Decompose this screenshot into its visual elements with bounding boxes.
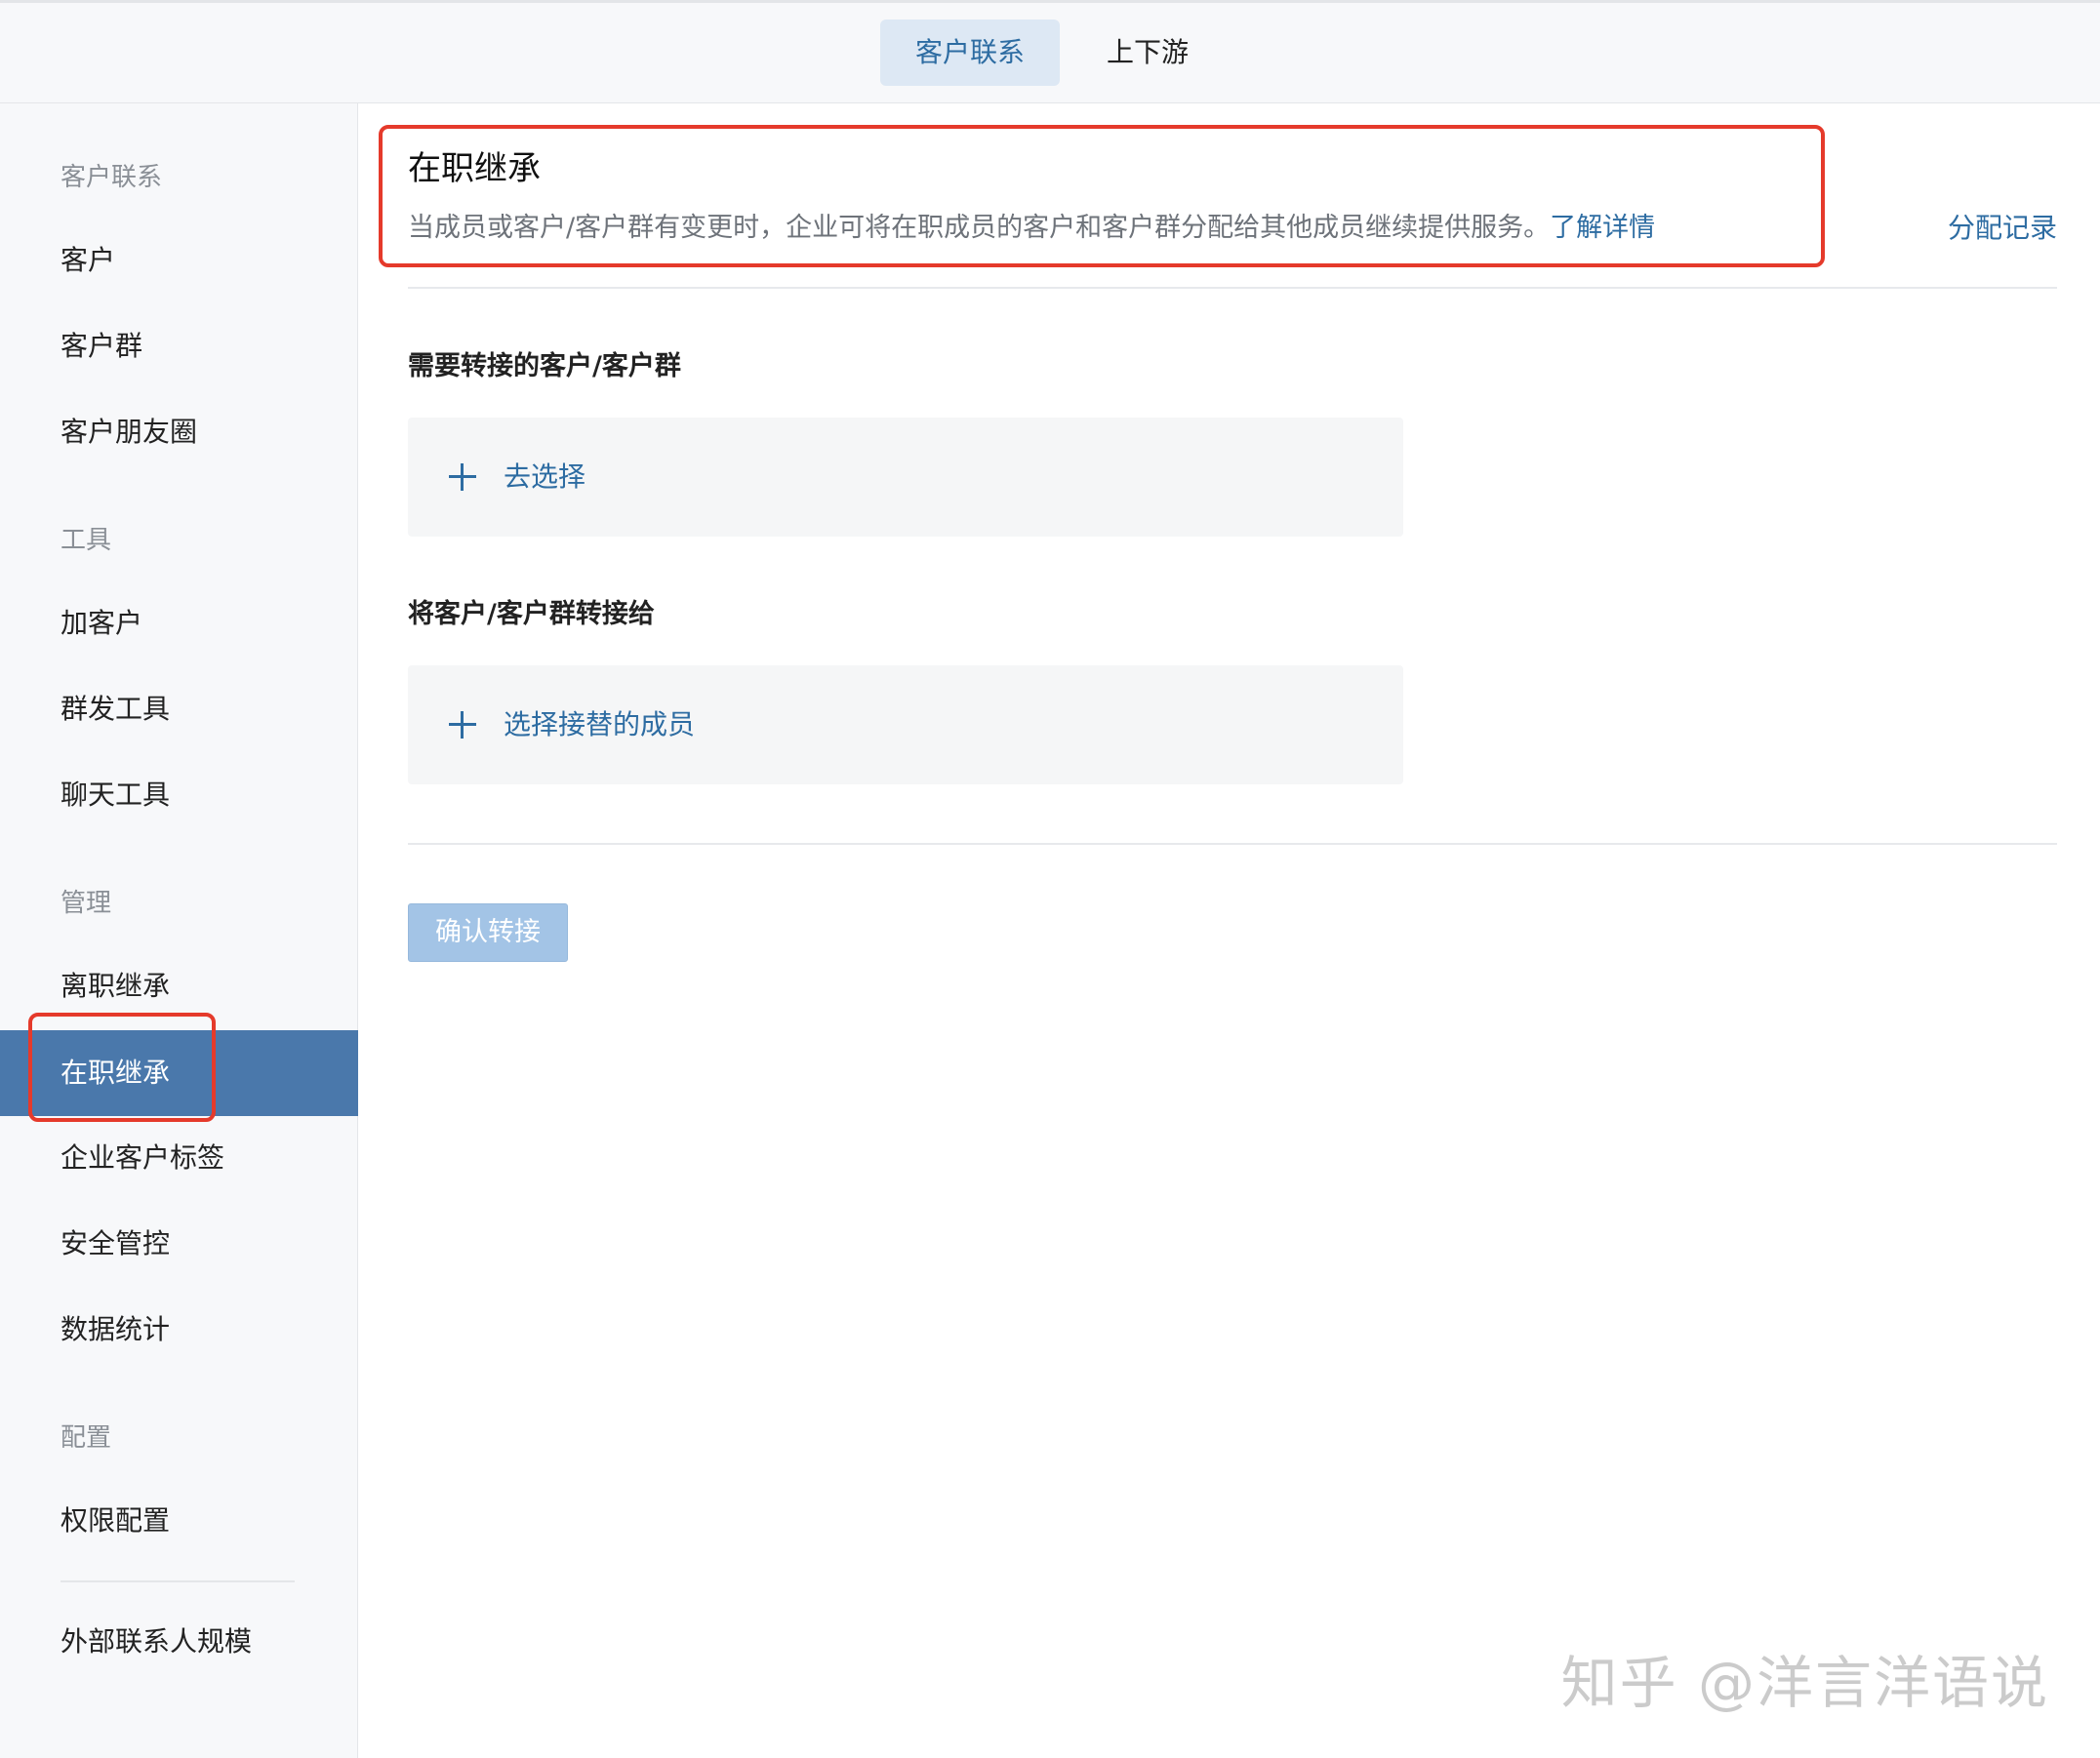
sidebar-item-external-contact-scale[interactable]: 外部联系人规模 bbox=[0, 1618, 358, 1666]
page-description: 当成员或客户/客户群有变更时，企业可将在职成员的客户和客户群分配给其他成员继续提… bbox=[408, 207, 1655, 250]
plus-icon bbox=[449, 463, 476, 491]
page-description-text: 当成员或客户/客户群有变更时，企业可将在职成员的客户和客户群分配给其他成员继续提… bbox=[408, 213, 1551, 243]
sidebar-item-add-customer[interactable]: 加客户 bbox=[0, 599, 358, 648]
select-successor-text: 选择接替的成员 bbox=[504, 708, 696, 740]
tab-customer-contact[interactable]: 客户联系 bbox=[880, 20, 1060, 86]
confirm-transfer-button[interactable]: 确认转接 bbox=[408, 903, 568, 962]
watermark: 知乎 @洋言洋语说 bbox=[1560, 1650, 2049, 1716]
sidebar-item-permission-config[interactable]: 权限配置 bbox=[0, 1497, 358, 1545]
learn-more-link[interactable]: 了解详情 bbox=[1550, 213, 1655, 243]
sidebar-group-customer-contact: 客户联系 bbox=[61, 163, 163, 192]
content-divider bbox=[408, 843, 2057, 845]
plus-icon bbox=[449, 711, 476, 739]
sidebar-item-customer-groups[interactable]: 客户群 bbox=[0, 322, 358, 371]
sidebar-item-customers[interactable]: 客户 bbox=[0, 236, 358, 285]
sidebar-item-resigned-inheritance[interactable]: 离职继承 bbox=[0, 962, 358, 1011]
sidebar-divider bbox=[61, 1580, 295, 1582]
section-customers-to-transfer-label: 需要转接的客户/客户群 bbox=[408, 351, 681, 381]
select-customers-text: 去选择 bbox=[504, 460, 586, 493]
sidebar-item-customer-tags[interactable]: 企业客户标签 bbox=[0, 1134, 358, 1182]
section-transfer-to-label: 将客户/客户群转接给 bbox=[408, 599, 655, 629]
header-divider bbox=[408, 287, 2057, 289]
page-title: 在职继承 bbox=[408, 149, 541, 188]
sidebar-item-data-statistics[interactable]: 数据统计 bbox=[0, 1305, 358, 1354]
sidebar-item-customer-moments[interactable]: 客户朋友圈 bbox=[0, 408, 358, 457]
assignment-records-link[interactable]: 分配记录 bbox=[1948, 207, 2057, 250]
sidebar-item-onjob-inheritance[interactable]: 在职继承 bbox=[0, 1030, 358, 1116]
sidebar-group-tools: 工具 bbox=[61, 526, 112, 555]
sidebar-group-config: 配置 bbox=[61, 1423, 112, 1453]
select-customers-box[interactable]: 去选择 bbox=[408, 418, 1403, 537]
sidebar-item-security-control[interactable]: 安全管控 bbox=[0, 1219, 358, 1268]
sidebar-group-management: 管理 bbox=[61, 889, 112, 918]
sidebar: 客户联系 客户 客户群 客户朋友圈 工具 加客户 群发工具 聊天工具 管理 离职… bbox=[0, 103, 358, 1758]
tab-upstream-downstream[interactable]: 上下游 bbox=[1079, 20, 1216, 86]
top-nav-bar: 客户联系 上下游 bbox=[0, 0, 2100, 103]
sidebar-item-mass-messaging[interactable]: 群发工具 bbox=[0, 685, 358, 734]
sidebar-item-chat-tools[interactable]: 聊天工具 bbox=[0, 771, 358, 819]
select-successor-box[interactable]: 选择接替的成员 bbox=[408, 665, 1403, 784]
main-content: 在职继承 当成员或客户/客户群有变更时，企业可将在职成员的客户和客户群分配给其他… bbox=[359, 103, 2100, 1758]
